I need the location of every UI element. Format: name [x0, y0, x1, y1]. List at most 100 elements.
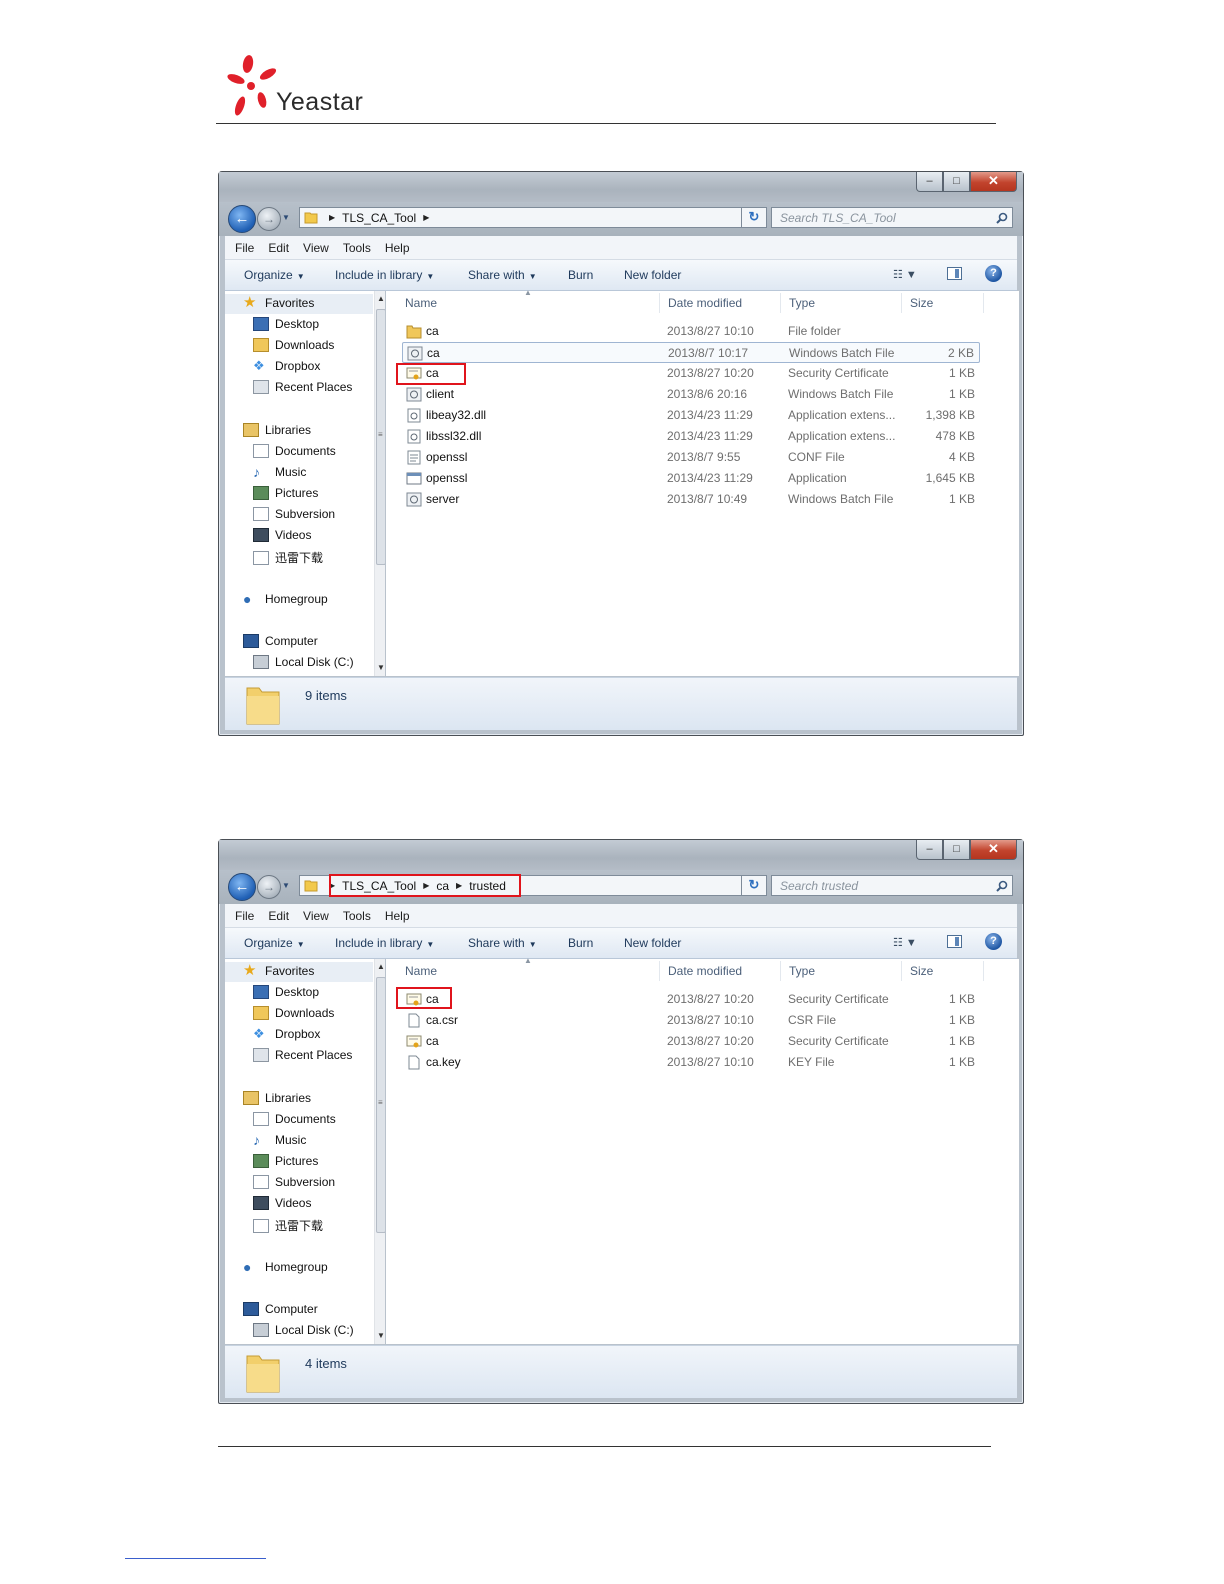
- nav-videos[interactable]: Videos: [253, 1196, 311, 1210]
- column-header-size[interactable]: Size: [910, 959, 933, 983]
- column-divider[interactable]: [983, 961, 984, 981]
- nav-computer[interactable]: Computer: [243, 634, 318, 648]
- close-button[interactable]: ✕: [970, 172, 1017, 192]
- title-bar[interactable]: – □ ✕: [219, 172, 1023, 202]
- scroll-down-icon[interactable]: ▼: [377, 1331, 385, 1340]
- nav-homegroup[interactable]: ● Homegroup: [243, 592, 328, 606]
- menu-tools[interactable]: Tools: [343, 241, 371, 255]
- nav-local-disk[interactable]: Local Disk (C:): [253, 1323, 354, 1337]
- preview-pane-icon[interactable]: [947, 935, 962, 948]
- column-divider[interactable]: [901, 961, 902, 981]
- column-header-name[interactable]: Name: [405, 959, 437, 983]
- breadcrumb-arrow-icon[interactable]: ▶: [329, 213, 335, 222]
- history-dropdown-icon[interactable]: ▼: [282, 213, 290, 222]
- column-header-type[interactable]: Type: [789, 291, 815, 315]
- file-row[interactable]: server 2013/8/7 10:49 Windows Batch File…: [402, 489, 980, 510]
- nav-music[interactable]: ♪ Music: [253, 465, 306, 479]
- column-divider[interactable]: [780, 961, 781, 981]
- nav-documents[interactable]: Documents: [253, 444, 336, 458]
- column-header-date[interactable]: Date modified: [668, 959, 742, 983]
- menu-edit[interactable]: Edit: [268, 909, 289, 923]
- file-row[interactable]: ca 2013/8/27 10:20 Security Certificate …: [402, 989, 980, 1010]
- nav-music[interactable]: ♪ Music: [253, 1133, 306, 1147]
- file-row[interactable]: libssl32.dll 2013/4/23 11:29 Application…: [402, 426, 980, 447]
- nav-scrollbar[interactable]: ▲ ≡ ▼: [374, 959, 385, 1344]
- maximize-button[interactable]: □: [943, 840, 970, 860]
- nav-recent-places[interactable]: Recent Places: [253, 1048, 352, 1062]
- file-row[interactable]: ca 2013/8/27 10:10 File folder: [402, 321, 980, 342]
- include-in-library-button[interactable]: Include in library ▼: [335, 936, 434, 950]
- back-arrow-icon[interactable]: ←: [228, 873, 256, 901]
- search-icon[interactable]: [996, 212, 1008, 224]
- nav-pictures[interactable]: Pictures: [253, 486, 318, 500]
- help-icon[interactable]: ?: [985, 265, 1002, 282]
- scroll-up-icon[interactable]: ▲: [377, 962, 385, 971]
- nav-favorites[interactable]: ★ Favorites: [243, 295, 314, 310]
- change-view-icon[interactable]: ☷ ▼: [893, 936, 917, 949]
- nav-documents[interactable]: Documents: [253, 1112, 336, 1126]
- file-row[interactable]: libeay32.dll 2013/4/23 11:29 Application…: [402, 405, 980, 426]
- nav-homegroup[interactable]: ● Homegroup: [243, 1260, 328, 1274]
- nav-videos[interactable]: Videos: [253, 528, 311, 542]
- nav-computer[interactable]: Computer: [243, 1302, 318, 1316]
- scroll-up-icon[interactable]: ▲: [377, 294, 385, 303]
- file-row[interactable]: ca 2013/8/27 10:20 Security Certificate …: [402, 363, 980, 384]
- include-in-library-button[interactable]: Include in library ▼: [335, 268, 434, 282]
- back-arrow-icon[interactable]: ←: [228, 205, 256, 233]
- forward-arrow-icon[interactable]: →: [257, 875, 281, 899]
- nav-local-disk[interactable]: Local Disk (C:): [253, 655, 354, 669]
- menu-help[interactable]: Help: [385, 909, 410, 923]
- address-bar[interactable]: ▶ TLS_CA_Tool ▶ ▼: [299, 207, 763, 228]
- column-header-date[interactable]: Date modified: [668, 291, 742, 315]
- title-bar[interactable]: – □ ✕: [219, 840, 1023, 870]
- nav-downloads[interactable]: Downloads: [253, 338, 334, 352]
- file-row-selected[interactable]: ca 2013/8/7 10:17 Windows Batch File 2 K…: [402, 342, 980, 363]
- breadcrumb-item[interactable]: TLS_CA_Tool: [342, 211, 416, 225]
- column-divider[interactable]: [901, 293, 902, 313]
- nav-recent-places[interactable]: Recent Places: [253, 380, 352, 394]
- burn-button[interactable]: Burn: [568, 936, 593, 950]
- search-input[interactable]: Search trusted: [771, 875, 1013, 896]
- refresh-icon[interactable]: ↻: [741, 875, 767, 896]
- breadcrumb-arrow-icon[interactable]: ▶: [423, 213, 429, 222]
- burn-button[interactable]: Burn: [568, 268, 593, 282]
- column-header-name[interactable]: Name: [405, 291, 437, 315]
- menu-file[interactable]: File: [235, 909, 254, 923]
- close-button[interactable]: ✕: [970, 840, 1017, 860]
- file-row[interactable]: ca 2013/8/27 10:20 Security Certificate …: [402, 1031, 980, 1052]
- forward-arrow-icon[interactable]: →: [257, 207, 281, 231]
- menu-view[interactable]: View: [303, 909, 329, 923]
- nav-favorites[interactable]: ★ Favorites: [243, 963, 314, 978]
- file-row[interactable]: openssl 2013/4/23 11:29 Application 1,64…: [402, 468, 980, 489]
- menu-file[interactable]: File: [235, 241, 254, 255]
- nav-desktop[interactable]: Desktop: [253, 317, 319, 331]
- nav-scrollbar[interactable]: ▲ ≡ ▼: [374, 291, 385, 676]
- new-folder-button[interactable]: New folder: [624, 268, 681, 282]
- nav-subversion[interactable]: Subversion: [253, 1175, 335, 1189]
- column-divider[interactable]: [780, 293, 781, 313]
- nav-xunlei-downloads[interactable]: 迅雷下载: [253, 549, 323, 566]
- nav-subversion[interactable]: Subversion: [253, 507, 335, 521]
- column-divider[interactable]: [659, 961, 660, 981]
- share-with-button[interactable]: Share with ▼: [468, 268, 537, 282]
- minimize-button[interactable]: –: [916, 172, 943, 192]
- file-row[interactable]: openssl 2013/8/7 9:55 CONF File 4 KB: [402, 447, 980, 468]
- column-header-size[interactable]: Size: [910, 291, 933, 315]
- menu-tools[interactable]: Tools: [343, 909, 371, 923]
- scroll-down-icon[interactable]: ▼: [377, 663, 385, 672]
- refresh-icon[interactable]: ↻: [741, 207, 767, 228]
- history-dropdown-icon[interactable]: ▼: [282, 881, 290, 890]
- nav-xunlei-downloads[interactable]: 迅雷下载: [253, 1217, 323, 1234]
- file-row[interactable]: ca.key 2013/8/27 10:10 KEY File 1 KB: [402, 1052, 980, 1073]
- nav-libraries[interactable]: Libraries: [243, 423, 311, 437]
- organize-button[interactable]: Organize ▼: [244, 268, 305, 282]
- nav-libraries[interactable]: Libraries: [243, 1091, 311, 1105]
- help-icon[interactable]: ?: [985, 933, 1002, 950]
- menu-view[interactable]: View: [303, 241, 329, 255]
- column-header-type[interactable]: Type: [789, 959, 815, 983]
- nav-dropbox[interactable]: ❖ Dropbox: [253, 359, 320, 374]
- menu-edit[interactable]: Edit: [268, 241, 289, 255]
- search-icon[interactable]: [996, 880, 1008, 892]
- file-row[interactable]: ca.csr 2013/8/27 10:10 CSR File 1 KB: [402, 1010, 980, 1031]
- new-folder-button[interactable]: New folder: [624, 936, 681, 950]
